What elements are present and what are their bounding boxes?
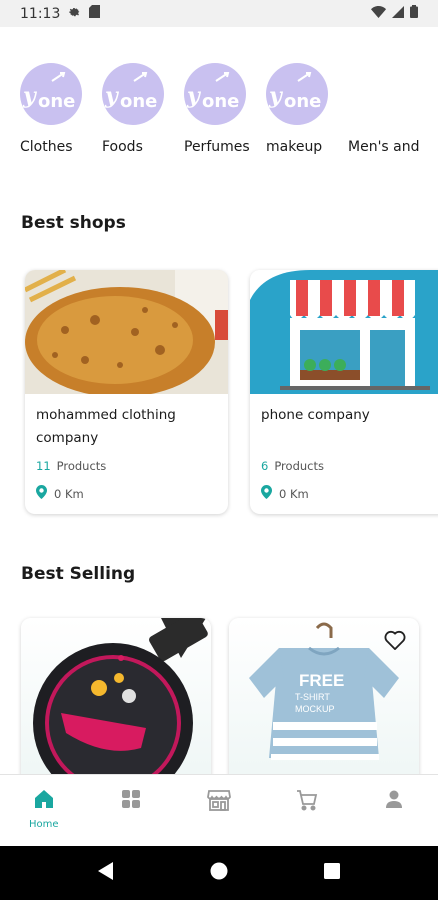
shop-distance: 0 Km bbox=[36, 485, 84, 502]
svg-text:T-SHIRT: T-SHIRT bbox=[295, 692, 330, 702]
sd-card-icon bbox=[89, 5, 101, 22]
category-logo: y one bbox=[20, 63, 82, 125]
shop-name: mohammed clothing company bbox=[36, 407, 176, 446]
settings-icon bbox=[68, 5, 81, 22]
nav-stores[interactable] bbox=[175, 775, 263, 846]
shop-image bbox=[25, 270, 228, 394]
grid-icon bbox=[121, 789, 141, 813]
product-list: FREE T-SHIRT MOCKUP bbox=[21, 618, 419, 788]
shop-card[interactable]: mohammed clothing company 11 Products 0 K… bbox=[25, 270, 228, 514]
shop-image bbox=[250, 270, 438, 394]
recents-icon[interactable] bbox=[324, 863, 340, 883]
category-item-foods[interactable]: y one Foods bbox=[102, 63, 184, 155]
app-screen: 11:13 y one Clothes y one Foods y one Pe… bbox=[0, 0, 438, 900]
product-label: Products bbox=[274, 459, 324, 473]
svg-text:one: one bbox=[202, 91, 239, 112]
category-label: Foods bbox=[102, 139, 143, 155]
category-label: Clothes bbox=[20, 139, 73, 155]
home-circle-icon[interactable] bbox=[210, 862, 228, 884]
shop-products: 11 Products bbox=[36, 459, 106, 473]
category-logo: y one bbox=[266, 63, 328, 125]
product-card[interactable] bbox=[21, 618, 211, 788]
category-logo: y one bbox=[184, 63, 246, 125]
category-label: Men's and bbox=[348, 139, 420, 155]
status-time: 11:13 bbox=[20, 5, 61, 22]
category-logo: y one bbox=[102, 63, 164, 125]
category-label: makeup bbox=[266, 139, 323, 155]
shop-products: 6 Products bbox=[261, 459, 324, 473]
location-pin-icon bbox=[36, 485, 47, 502]
best-selling-title: Best Selling bbox=[21, 564, 136, 584]
system-nav-bar bbox=[0, 846, 438, 900]
shop-name: phone company bbox=[261, 407, 370, 423]
shop-list: mohammed clothing company 11 Products 0 K… bbox=[25, 270, 438, 514]
svg-text:y: y bbox=[186, 83, 202, 109]
status-right bbox=[371, 5, 418, 22]
battery-icon bbox=[410, 5, 418, 22]
svg-text:y: y bbox=[268, 83, 284, 109]
product-image bbox=[21, 618, 211, 788]
nav-categories[interactable] bbox=[88, 775, 176, 846]
category-item-perfumes[interactable]: y one Perfumes bbox=[184, 63, 266, 155]
bottom-nav: Home bbox=[0, 774, 438, 846]
nav-home-label: Home bbox=[29, 819, 59, 830]
category-logo-text: one bbox=[38, 91, 75, 112]
category-label: Perfumes bbox=[184, 139, 250, 155]
back-icon[interactable] bbox=[98, 862, 114, 884]
wifi-icon bbox=[371, 5, 386, 22]
home-icon bbox=[34, 789, 54, 813]
nav-profile[interactable] bbox=[350, 775, 438, 846]
category-item-makeup[interactable]: y one makeup bbox=[266, 63, 348, 155]
location-pin-icon bbox=[261, 485, 272, 502]
store-icon bbox=[207, 789, 231, 815]
shop-distance: 0 Km bbox=[261, 485, 309, 502]
distance-value: 0 Km bbox=[279, 486, 309, 501]
svg-text:one: one bbox=[120, 91, 157, 112]
best-shops-title: Best shops bbox=[21, 213, 126, 233]
favorite-heart-icon[interactable] bbox=[383, 628, 407, 652]
status-bar: 11:13 bbox=[0, 0, 438, 27]
svg-text:FREE: FREE bbox=[299, 671, 344, 690]
cart-icon bbox=[296, 789, 318, 815]
svg-text:y: y bbox=[104, 83, 120, 109]
shop-card[interactable]: phone company 6 Products 0 Km bbox=[250, 270, 438, 514]
svg-text:one: one bbox=[284, 91, 321, 112]
status-left: 11:13 bbox=[20, 5, 101, 22]
category-item-clothes[interactable]: y one Clothes bbox=[20, 63, 102, 155]
nav-cart[interactable] bbox=[263, 775, 351, 846]
person-icon bbox=[384, 789, 404, 813]
product-card[interactable]: FREE T-SHIRT MOCKUP bbox=[229, 618, 419, 788]
distance-value: 0 Km bbox=[54, 486, 84, 501]
category-item-mens[interactable]: Men's and bbox=[348, 63, 430, 155]
category-list: y one Clothes y one Foods y one Perfumes… bbox=[20, 63, 438, 155]
product-label: Products bbox=[56, 459, 107, 473]
signal-icon bbox=[392, 5, 404, 22]
product-count: 11 bbox=[36, 459, 51, 473]
svg-text:MOCKUP: MOCKUP bbox=[295, 704, 335, 714]
product-count: 6 bbox=[261, 459, 269, 473]
nav-home[interactable]: Home bbox=[0, 775, 88, 846]
svg-text:y: y bbox=[22, 83, 38, 109]
